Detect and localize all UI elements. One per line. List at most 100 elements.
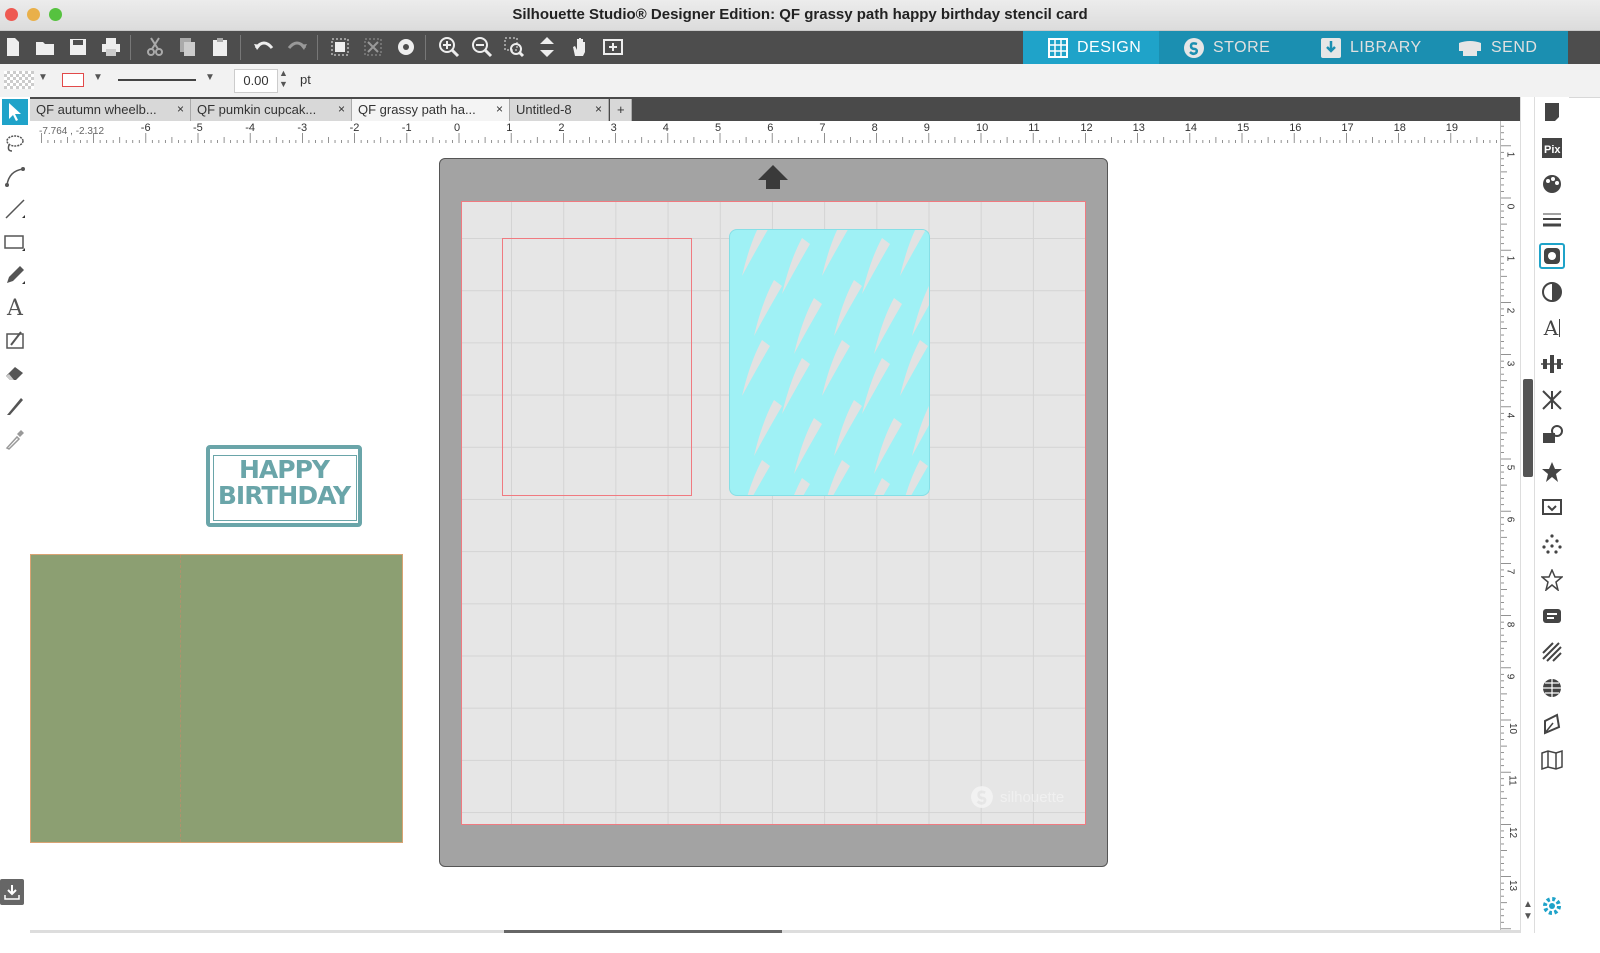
eraser-icon[interactable] (2, 360, 28, 386)
nesting-globe-icon[interactable] (1539, 675, 1565, 701)
fill-palette-icon[interactable] (1539, 171, 1565, 197)
import-tray-icon[interactable] (0, 879, 24, 905)
star-outline-icon[interactable] (1539, 567, 1565, 593)
happy-birthday-label[interactable]: HAPPY BIRTHDAY (206, 445, 362, 527)
ruler-number: 12 (1080, 122, 1093, 134)
zoom-out-icon[interactable] (469, 35, 495, 59)
hatch-fill-icon[interactable] (1539, 639, 1565, 665)
pencil-tool-icon[interactable] (2, 262, 28, 288)
new-document-icon[interactable] (0, 35, 26, 59)
tab-library[interactable]: LIBRARY (1296, 31, 1433, 64)
add-tab-button[interactable]: + (610, 99, 632, 121)
window-title-bar: Silhouette Studio® Designer Edition: QF … (0, 0, 1600, 31)
grass-slot (754, 400, 782, 456)
doc-tab[interactable]: QF autumn wheelb... × (30, 99, 191, 121)
grass-slot (900, 340, 928, 396)
ruler-number: 18 (1393, 122, 1406, 134)
horizontal-scrollbar[interactable] (30, 930, 1520, 933)
page-setup-icon[interactable] (1539, 99, 1565, 125)
open-folder-icon[interactable] (32, 35, 58, 59)
pan-hand-icon[interactable] (567, 35, 593, 59)
line-color-swatch[interactable] (62, 73, 84, 87)
pixscan-icon[interactable]: Pix (1539, 135, 1565, 161)
close-tab-icon[interactable]: × (496, 102, 503, 116)
grass-slot (874, 418, 902, 474)
transform-icon[interactable] (1539, 387, 1565, 413)
pen-nib-icon[interactable] (1539, 711, 1565, 737)
transparency-icon[interactable] (1539, 279, 1565, 305)
trace-dots-icon[interactable] (1539, 531, 1565, 557)
load-direction-arrow-icon (758, 165, 788, 189)
line-style-preview[interactable] (118, 79, 196, 81)
edit-points-icon[interactable] (2, 163, 28, 189)
zoom-select-icon[interactable] (501, 35, 527, 59)
save-icon[interactable] (65, 35, 91, 59)
quick-properties-bar: ▼ ▼ ▼ 0.00 ▲ ▼ pt (0, 64, 1600, 98)
grass-slot (742, 340, 770, 396)
compound-path-icon[interactable] (393, 35, 419, 59)
tab-store[interactable]: STORE (1159, 31, 1296, 64)
line-width-input[interactable]: 0.00 (234, 69, 278, 93)
eyedropper-icon[interactable] (2, 426, 28, 452)
text-style-icon[interactable]: A (1539, 315, 1565, 341)
knife-icon[interactable] (2, 393, 28, 419)
close-tab-icon[interactable]: × (595, 102, 602, 116)
vertical-scrollbar-thumb[interactable] (1523, 379, 1533, 477)
happy-text: HAPPY (238, 455, 330, 484)
ruler-number: 4 (1504, 412, 1516, 419)
redo-icon[interactable] (284, 35, 310, 59)
offset-icon[interactable] (1539, 495, 1565, 521)
tab-send[interactable]: SEND (1433, 31, 1568, 64)
page-view-icon[interactable] (600, 35, 626, 59)
rectangle-tool-icon[interactable] (2, 229, 28, 255)
horizontal-scrollbar-thumb[interactable] (504, 930, 782, 933)
text-tool-icon[interactable]: A (2, 295, 28, 321)
align-icon[interactable] (1539, 351, 1565, 377)
grass-slot (862, 238, 890, 294)
fit-to-page-icon[interactable] (534, 35, 560, 59)
mat-grid: silhouette (461, 201, 1086, 825)
line-tool-icon[interactable] (2, 196, 28, 222)
line-style-icon[interactable] (1539, 207, 1565, 233)
grass-slot (834, 280, 862, 336)
line-width-stepper[interactable]: ▲ ▼ (279, 68, 288, 90)
ruler-number: 12 (1507, 827, 1519, 839)
undo-icon[interactable] (251, 35, 277, 59)
line-style-dropdown-arrow-icon[interactable]: ▼ (205, 72, 215, 83)
ruler-number: -6 (140, 122, 151, 134)
ruler-number: 14 (1184, 122, 1198, 134)
ungroup-icon[interactable] (360, 35, 386, 59)
modify-star-icon[interactable] (1539, 459, 1565, 485)
draw-tool-icon[interactable] (2, 327, 28, 353)
sketch-icon[interactable] (1539, 603, 1565, 629)
paste-icon[interactable] (207, 35, 233, 59)
line-color-dropdown-arrow-icon[interactable]: ▼ (93, 72, 103, 83)
doc-tab-active[interactable]: QF grassy path ha... × (352, 99, 510, 121)
doc-tab[interactable]: QF pumkin cupcak... × (191, 99, 352, 121)
green-card-base[interactable] (30, 554, 403, 843)
group-icon[interactable] (327, 35, 353, 59)
zoom-in-icon[interactable] (436, 35, 462, 59)
replicate-icon[interactable] (1539, 423, 1565, 449)
design-canvas[interactable]: HAPPY BIRTHDAY silhouette (30, 143, 1500, 933)
lasso-icon[interactable] (2, 131, 28, 157)
vertical-scrollbar[interactable]: ▲ ▼ (1520, 97, 1535, 933)
right-panel-toolbar: Pix A (1534, 97, 1569, 933)
fill-dropdown-arrow-icon[interactable]: ▼ (38, 72, 48, 83)
scroll-arrows-icon[interactable]: ▲ ▼ (1523, 899, 1533, 923)
grass-stencil[interactable] (729, 229, 930, 496)
card-cut-outline[interactable] (502, 238, 692, 496)
cut-scissors-icon[interactable] (142, 35, 168, 59)
tab-design[interactable]: DESIGN (1023, 31, 1159, 64)
close-tab-icon[interactable]: × (338, 102, 345, 116)
select-arrow-icon[interactable] (2, 99, 28, 125)
print-icon[interactable] (98, 35, 124, 59)
library-map-icon[interactable] (1539, 747, 1565, 773)
image-trace-icon[interactable] (1539, 243, 1565, 269)
doc-tab[interactable]: Untitled-8 × (510, 99, 609, 121)
settings-gear-icon[interactable] (1539, 893, 1565, 919)
fill-color-swatch[interactable] (4, 71, 34, 89)
copy-icon[interactable] (174, 35, 200, 59)
close-tab-icon[interactable]: × (177, 102, 184, 116)
ruler-number: -1 (401, 122, 412, 134)
